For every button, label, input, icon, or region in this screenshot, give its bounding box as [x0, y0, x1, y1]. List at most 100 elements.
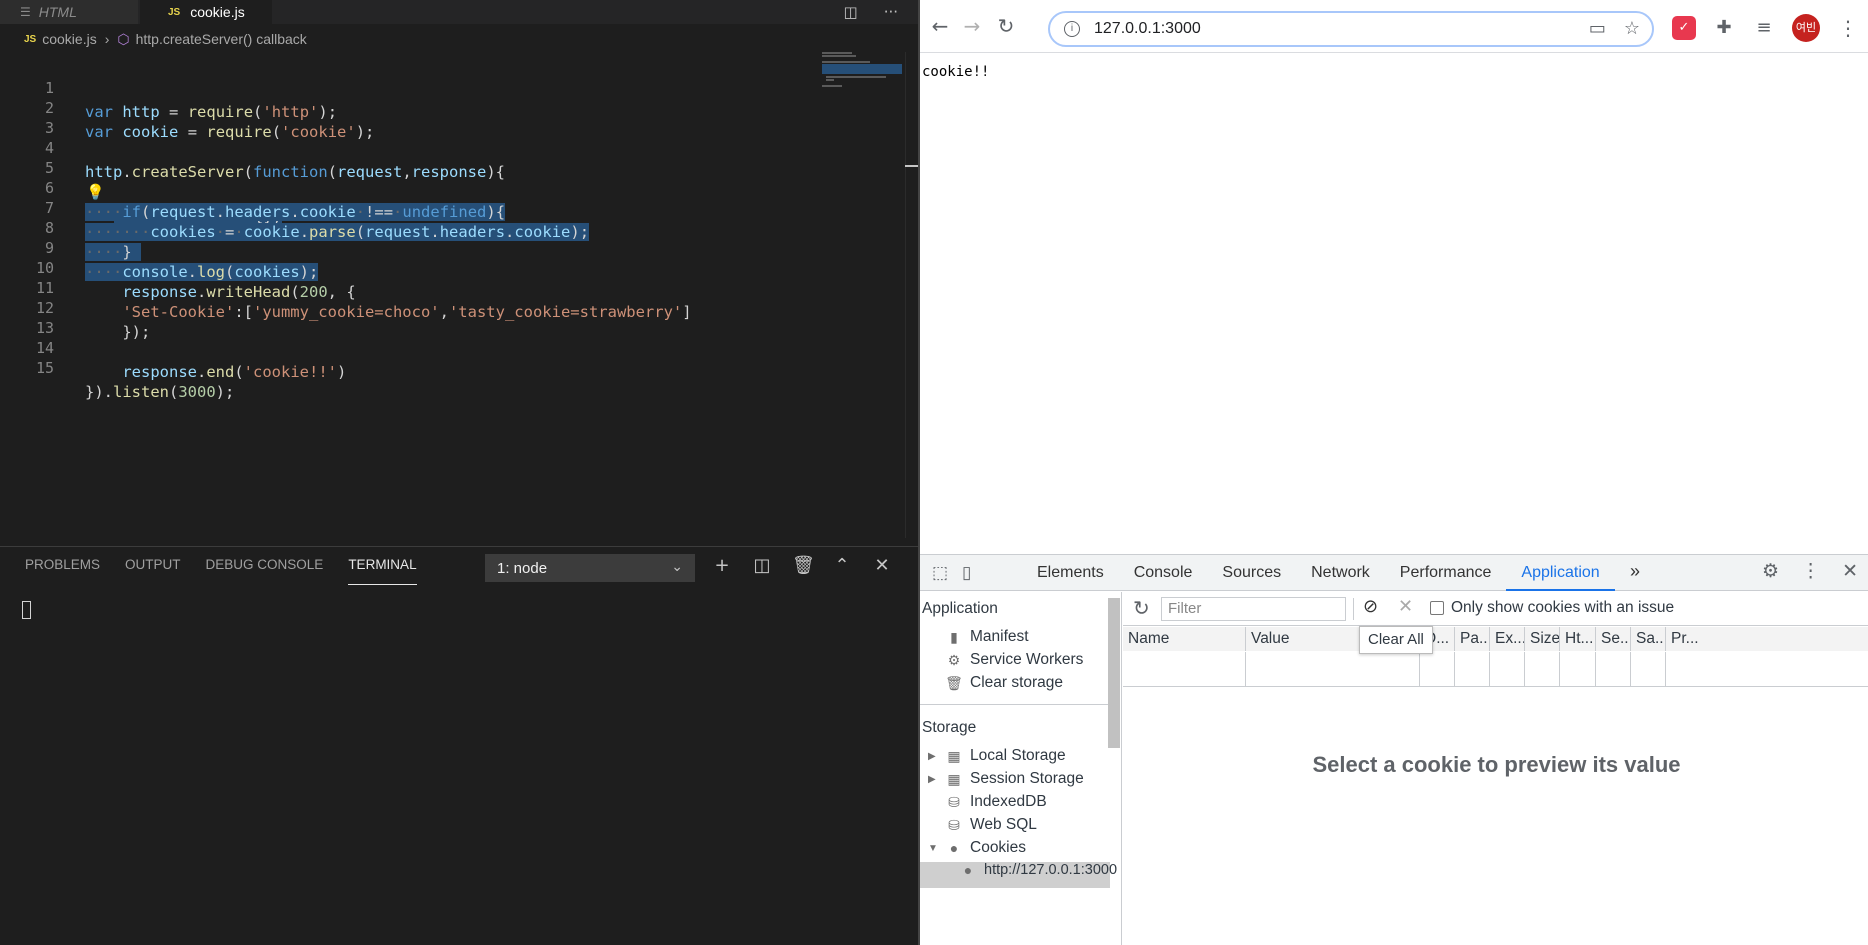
address-bar[interactable]: i 127.0.0.1:3000 ▭ ☆ [1048, 11, 1654, 47]
sidebar-item-manifest[interactable]: ▮ Manifest [944, 628, 1028, 646]
table-cell[interactable] [1596, 652, 1631, 686]
tab-terminal[interactable]: TERMINAL [348, 557, 417, 585]
devtools-tab-bar: ⬚ ▯ Elements Console Sources Network Per… [920, 555, 1868, 591]
code-editor[interactable]: 1 var http = require('http'); 2 var cook… [0, 52, 905, 538]
delete-selected-icon[interactable]: ✕ [1398, 596, 1413, 617]
panel-actions: + ◫ 🗑 ⌃ ✕ [712, 555, 892, 576]
trash-icon: 🗑 [945, 674, 963, 691]
puzzle-icon[interactable]: ✚ [1712, 16, 1736, 40]
chevron-down-icon: ⌄ [671, 558, 683, 574]
tab-output[interactable]: OUTPUT [125, 557, 181, 585]
column-header-path[interactable]: Pa... [1455, 627, 1490, 651]
extension-icon[interactable]: ✓ [1672, 16, 1696, 40]
split-editor-icon[interactable]: ◫ [844, 3, 858, 21]
breadcrumb: JS cookie.js › ⬡ http.createServer() cal… [0, 28, 918, 50]
column-header-samesite[interactable]: Sa... [1631, 627, 1666, 651]
chevron-up-icon[interactable]: ⌃ [832, 555, 852, 576]
triangle-right-icon[interactable]: ▶ [928, 774, 936, 785]
reload-icon[interactable]: ↻ [994, 14, 1018, 38]
tab-network[interactable]: Network [1296, 555, 1385, 591]
tab-sources[interactable]: Sources [1207, 555, 1296, 591]
scroll-position-marker [905, 165, 918, 167]
tab-debug-console[interactable]: DEBUG CONSOLE [206, 557, 324, 585]
sidebar-divider [920, 704, 1110, 705]
filter-input[interactable]: Filter [1161, 597, 1346, 621]
table-cell[interactable] [1455, 652, 1490, 686]
clear-all-icon[interactable]: ⊘ [1363, 596, 1378, 617]
table-cell[interactable] [1420, 652, 1455, 686]
avatar[interactable]: 여빈 [1792, 14, 1820, 42]
triangle-down-icon[interactable]: ▼ [928, 843, 938, 854]
triangle-right-icon[interactable]: ▶ [928, 751, 936, 762]
table-cell[interactable] [1560, 652, 1596, 686]
star-icon[interactable]: ☆ [1624, 18, 1640, 39]
devtools-actions: ⚙ ⋮ ✕ [1762, 560, 1858, 583]
tab-cookie-js[interactable]: JS cookie.js [140, 0, 272, 24]
tab-elements[interactable]: Elements [1022, 555, 1119, 591]
breadcrumb-file[interactable]: cookie.js [42, 31, 96, 47]
close-icon[interactable]: ✕ [1842, 560, 1858, 583]
cookies-toolbar: ↻ Filter ⊘ ✕ Only show cookies with an i… [1123, 592, 1868, 626]
new-terminal-icon[interactable]: + [712, 555, 732, 576]
refresh-icon[interactable]: ↻ [1133, 596, 1150, 621]
editor-scrollbar[interactable] [905, 52, 918, 538]
sidebar-item-cookie-origin[interactable]: ● http://127.0.0.1:3000 [958, 862, 1117, 878]
info-icon[interactable]: i [1064, 21, 1080, 37]
sidebar-item-session-storage[interactable]: ▶ ▦ Session Storage [928, 770, 1084, 788]
cast-icon[interactable]: ▭ [1589, 18, 1606, 39]
sidebar-item-indexeddb[interactable]: ⛁ IndexedDB [944, 793, 1047, 811]
column-header-expires[interactable]: Ex... [1490, 627, 1525, 651]
playlist-icon[interactable]: ≡ [1752, 16, 1776, 40]
table-cell[interactable] [1123, 652, 1246, 686]
cookie-icon: ● [963, 862, 973, 878]
sidebar-header-application: Application [922, 600, 998, 617]
line-number: 15 [35, 359, 54, 377]
sidebar-item-clear-storage[interactable]: 🗑 Clear storage [944, 674, 1063, 692]
minimap[interactable] [822, 52, 902, 88]
js-file-icon: JS [168, 6, 181, 18]
omnibox-actions: ▭ ☆ [1589, 18, 1640, 39]
table-cell[interactable] [1631, 652, 1666, 686]
column-header-secure[interactable]: Se... [1596, 627, 1631, 651]
tab-console[interactable]: Console [1119, 555, 1208, 591]
tab-html[interactable]: ☰ HTML [0, 0, 138, 24]
url-text: 127.0.0.1:3000 [1094, 20, 1201, 37]
toolbar-divider [1353, 598, 1354, 620]
cookie-icon: ● [949, 840, 959, 856]
tab-application[interactable]: Application [1506, 555, 1615, 591]
tab-performance[interactable]: Performance [1385, 555, 1507, 591]
gear-icon[interactable]: ⚙ [1762, 560, 1779, 583]
gear-icon: ⚙ [947, 651, 961, 668]
close-icon[interactable]: ✕ [872, 555, 892, 576]
issue-filter-checkbox[interactable] [1430, 601, 1444, 615]
forward-icon[interactable]: → [960, 14, 984, 38]
clear-all-tooltip: Clear All [1359, 626, 1433, 654]
table-cell[interactable] [1490, 652, 1525, 686]
split-terminal-icon[interactable]: ◫ [752, 555, 772, 576]
inspect-icon[interactable]: ⬚ [932, 563, 948, 583]
device-toggle-icon[interactable]: ▯ [962, 563, 971, 583]
breadcrumb-symbol[interactable]: http.createServer() callback [136, 31, 307, 47]
issue-filter-label: Only show cookies with an issue [1451, 599, 1675, 616]
menu-icon[interactable]: ⋮ [1836, 16, 1860, 40]
more-tabs-icon[interactable]: » [1630, 561, 1640, 582]
more-actions-icon[interactable]: ··· [884, 3, 898, 21]
table-cell[interactable] [1246, 652, 1420, 686]
cookie-preview-message: Select a cookie to preview its value [1312, 752, 1681, 777]
sidebar-item-web-sql[interactable]: ⛁ Web SQL [944, 816, 1037, 834]
terminal-select[interactable]: 1: node ⌄ [485, 554, 695, 582]
sidebar-scrollbar[interactable] [1108, 598, 1120, 748]
sidebar-item-service-workers[interactable]: ⚙ Service Workers [944, 651, 1084, 669]
column-header-size[interactable]: Size [1525, 627, 1560, 651]
column-header-httponly[interactable]: Ht... [1560, 627, 1596, 651]
table-cell[interactable] [1525, 652, 1560, 686]
tab-problems[interactable]: PROBLEMS [25, 557, 100, 585]
trash-icon[interactable]: 🗑 [792, 555, 815, 576]
code-line: 15 }).listen(3000); [0, 332, 905, 401]
kebab-icon[interactable]: ⋮ [1801, 560, 1820, 583]
sidebar-item-cookies[interactable]: ▼ ● Cookies [928, 839, 1026, 857]
column-header-name[interactable]: Name [1123, 627, 1246, 651]
column-header-priority[interactable]: Pr... [1666, 627, 1868, 651]
sidebar-item-local-storage[interactable]: ▶ ▦ Local Storage [928, 747, 1066, 765]
back-icon[interactable]: ← [928, 14, 952, 38]
